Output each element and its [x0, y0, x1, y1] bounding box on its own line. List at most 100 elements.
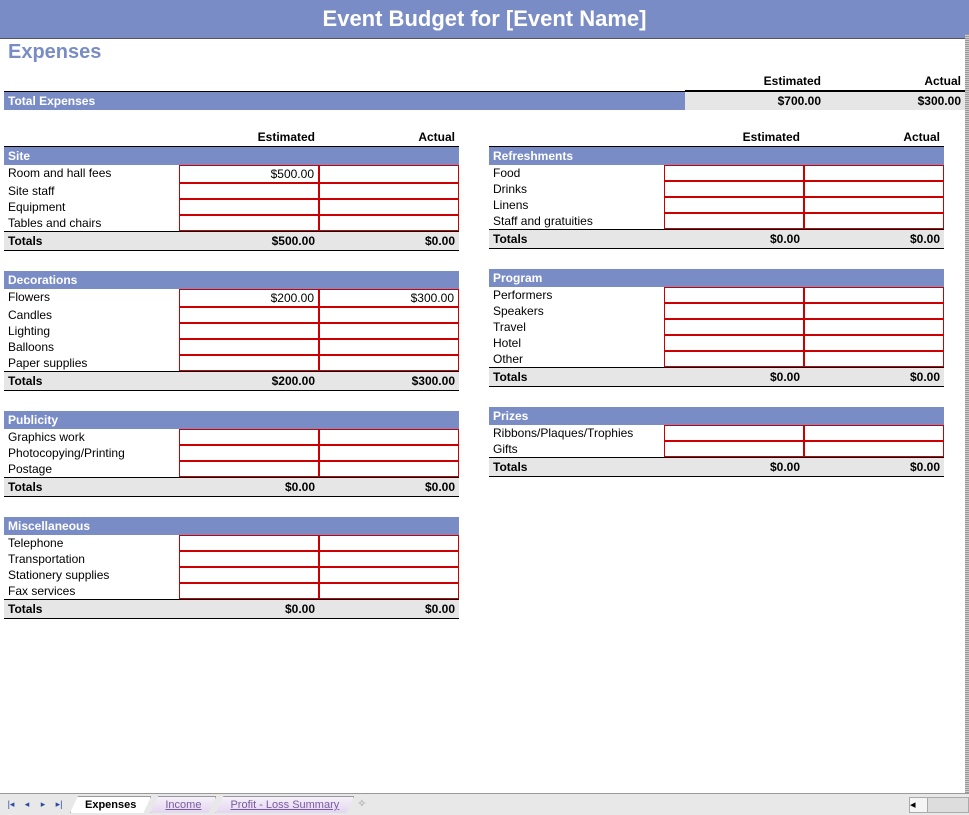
cell-actual[interactable] [319, 461, 459, 477]
nav-prev-icon[interactable]: ◂ [20, 798, 34, 812]
cell-estimated[interactable] [664, 335, 804, 351]
cell-actual[interactable] [319, 307, 459, 323]
cell-estimated[interactable] [179, 215, 319, 231]
cell-estimated[interactable] [664, 351, 804, 367]
cell-estimated[interactable] [179, 535, 319, 551]
cell-estimated[interactable] [664, 197, 804, 213]
cell-actual[interactable] [804, 351, 944, 367]
vertical-scrollbar[interactable] [965, 34, 969, 793]
totals-actual: $300.00 [319, 372, 459, 390]
scroll-left-icon[interactable]: ◂ [910, 798, 928, 812]
cell-actual[interactable] [804, 303, 944, 319]
cell-estimated[interactable] [664, 181, 804, 197]
cell-actual[interactable] [319, 535, 459, 551]
table-row: Ribbons/Plaques/Trophies [489, 425, 944, 441]
row-label: Staff and gratuities [489, 213, 664, 229]
cell-estimated[interactable] [179, 445, 319, 461]
table-row: Fax services [4, 583, 459, 599]
cell-actual[interactable] [319, 339, 459, 355]
nav-next-icon[interactable]: ▸ [36, 798, 50, 812]
tab-profit-loss[interactable]: Profit - Loss Summary [215, 796, 354, 813]
cell-actual[interactable] [804, 197, 944, 213]
cell-estimated[interactable] [179, 461, 319, 477]
cell-estimated[interactable] [179, 583, 319, 599]
cell-estimated[interactable] [179, 339, 319, 355]
page-title: Event Budget for [Event Name] [0, 0, 969, 39]
row-label: Other [489, 351, 664, 367]
cell-estimated[interactable] [664, 213, 804, 229]
category-title: Site [4, 147, 459, 165]
table-row: Telephone [4, 535, 459, 551]
cell-actual[interactable] [319, 429, 459, 445]
section-heading: Expenses [4, 39, 965, 66]
cell-actual[interactable]: $300.00 [319, 289, 459, 307]
cell-actual[interactable] [319, 165, 459, 183]
header-estimated: Estimated [685, 72, 825, 91]
cell-estimated[interactable] [664, 319, 804, 335]
row-label: Hotel [489, 335, 664, 351]
horizontal-scrollbar[interactable]: ◂ [909, 797, 969, 813]
table-row: Room and hall fees$500.00 [4, 165, 459, 183]
table-row: Performers [489, 287, 944, 303]
cell-actual[interactable] [804, 425, 944, 441]
cell-actual[interactable] [319, 355, 459, 371]
new-sheet-icon[interactable]: ✧ [353, 797, 373, 813]
cell-actual[interactable] [319, 567, 459, 583]
category-title: Prizes [489, 407, 944, 425]
row-label: Linens [489, 197, 664, 213]
cell-actual[interactable] [319, 215, 459, 231]
cell-estimated[interactable] [664, 303, 804, 319]
table-row: Drinks [489, 181, 944, 197]
cell-actual[interactable] [804, 181, 944, 197]
cell-estimated[interactable] [179, 323, 319, 339]
totals-label: Totals [489, 230, 664, 248]
tab-income[interactable]: Income [150, 796, 216, 813]
cell-actual[interactable] [319, 445, 459, 461]
table-row: Tables and chairs [4, 215, 459, 231]
cell-estimated[interactable] [664, 441, 804, 457]
cell-estimated[interactable] [664, 425, 804, 441]
category-totals: Totals$0.00$0.00 [4, 599, 459, 619]
cell-actual[interactable] [804, 287, 944, 303]
row-label: Postage [4, 461, 179, 477]
category-prizes: PrizesRibbons/Plaques/TrophiesGiftsTotal… [489, 407, 944, 477]
cell-estimated[interactable] [179, 307, 319, 323]
cell-estimated[interactable] [664, 165, 804, 181]
cell-actual[interactable] [804, 213, 944, 229]
row-label: Telephone [4, 535, 179, 551]
cell-actual[interactable] [319, 183, 459, 199]
row-label: Performers [489, 287, 664, 303]
table-row: Stationery supplies [4, 567, 459, 583]
row-label: Site staff [4, 183, 179, 199]
cell-estimated[interactable] [179, 429, 319, 445]
cell-estimated[interactable] [179, 551, 319, 567]
row-label: Balloons [4, 339, 179, 355]
total-expenses-row: Total Expenses $700.00 $300.00 [4, 91, 965, 110]
cell-estimated[interactable] [179, 567, 319, 583]
cell-estimated[interactable] [179, 199, 319, 215]
cell-estimated[interactable] [664, 287, 804, 303]
cell-actual[interactable] [319, 199, 459, 215]
row-label: Fax services [4, 583, 179, 599]
nav-first-icon[interactable]: |◂ [4, 798, 18, 812]
tab-expenses[interactable]: Expenses [70, 796, 151, 813]
cell-actual[interactable] [319, 551, 459, 567]
category-program: ProgramPerformersSpeakersTravelHotelOthe… [489, 269, 944, 387]
category-site: SiteRoom and hall fees$500.00Site staffE… [4, 147, 459, 251]
table-row: Transportation [4, 551, 459, 567]
cell-actual[interactable] [319, 583, 459, 599]
cell-actual[interactable] [804, 319, 944, 335]
nav-last-icon[interactable]: ▸| [52, 798, 66, 812]
cell-actual[interactable] [804, 335, 944, 351]
cell-estimated[interactable]: $500.00 [179, 165, 319, 183]
cell-actual[interactable] [319, 323, 459, 339]
cell-estimated[interactable] [179, 355, 319, 371]
cell-actual[interactable] [804, 441, 944, 457]
category-totals: Totals$500.00$0.00 [4, 231, 459, 251]
table-row: Lighting [4, 323, 459, 339]
totals-label: Totals [4, 232, 179, 250]
cell-actual[interactable] [804, 165, 944, 181]
cell-estimated[interactable]: $200.00 [179, 289, 319, 307]
cell-estimated[interactable] [179, 183, 319, 199]
col-header-estimated: Estimated [179, 128, 319, 146]
